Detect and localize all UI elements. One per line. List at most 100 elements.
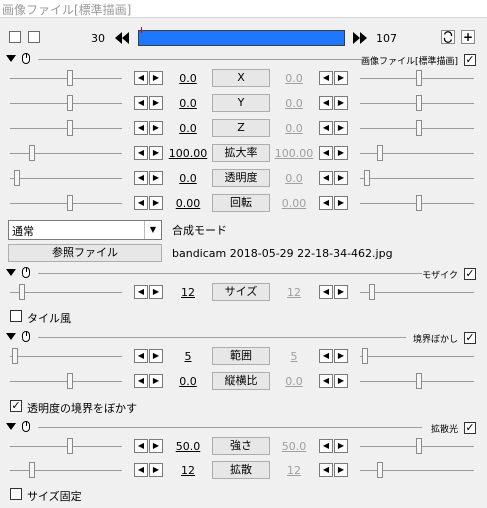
z-start-value[interactable]: 0.0 [166, 122, 210, 135]
slider-thumb-aspect-start[interactable] [67, 373, 73, 389]
decrement-button[interactable]: ◀ [319, 349, 333, 363]
alpha-end-value[interactable]: 0.0 [272, 172, 316, 185]
increment-button[interactable]: ▶ [334, 285, 348, 299]
slider-thumb-x-end[interactable] [416, 70, 422, 86]
slider-thumb-spread-end[interactable] [377, 462, 383, 478]
slider-thumb-y-start[interactable] [67, 95, 73, 111]
decrement-button[interactable]: ◀ [319, 196, 333, 210]
slider-thumb-alpha-end[interactable] [364, 170, 370, 186]
range-start-value[interactable]: 5 [166, 350, 210, 363]
decrement-button[interactable]: ◀ [319, 171, 333, 185]
param-range-button[interactable]: 範囲 [212, 347, 270, 365]
increment-button[interactable]: ▶ [334, 349, 348, 363]
increment-button[interactable]: ▶ [149, 146, 163, 160]
decrement-button[interactable]: ◀ [134, 463, 148, 477]
decrement-button[interactable]: ◀ [319, 146, 333, 160]
increment-button[interactable]: ▶ [149, 171, 163, 185]
increment-button[interactable]: ▶ [334, 146, 348, 160]
increment-button[interactable]: ▶ [149, 463, 163, 477]
zoom-start-value[interactable]: 100.00 [166, 147, 210, 160]
slider-thumb-rotate-end[interactable] [416, 195, 422, 211]
increment-button[interactable]: ▶ [149, 285, 163, 299]
tile-checkbox[interactable] [10, 310, 22, 322]
param-y-button[interactable]: Y [212, 94, 270, 112]
x-end-value[interactable]: 0.0 [272, 72, 316, 85]
slider-thumb-strength-end[interactable] [416, 438, 422, 454]
section-mosaic-checkbox[interactable]: ✓ [464, 268, 476, 280]
decrement-button[interactable]: ◀ [134, 171, 148, 185]
aspect-end-value[interactable]: 0.0 [272, 375, 316, 388]
decrement-button[interactable]: ◀ [134, 146, 148, 160]
sync-icon[interactable] [441, 30, 455, 44]
spread-end-value[interactable]: 12 [272, 464, 316, 477]
decrement-button[interactable]: ◀ [134, 71, 148, 85]
blur-alpha-checkbox[interactable]: ✓ [10, 400, 22, 412]
decrement-button[interactable]: ◀ [134, 439, 148, 453]
rewind-button[interactable] [113, 30, 131, 46]
add-filter-button[interactable]: + [461, 30, 475, 44]
param-strength-button[interactable]: 強さ [212, 437, 270, 455]
slider-thumb-size-end[interactable] [369, 284, 375, 300]
increment-button[interactable]: ▶ [334, 196, 348, 210]
mouse-icon[interactable] [22, 331, 30, 342]
zoom-end-value[interactable]: 100.00 [272, 147, 316, 160]
increment-button[interactable]: ▶ [334, 439, 348, 453]
rotate-end-value[interactable]: 0.00 [272, 197, 316, 210]
decrement-button[interactable]: ◀ [134, 349, 148, 363]
slider-thumb-z-end[interactable] [416, 120, 422, 136]
decrement-button[interactable]: ◀ [319, 374, 333, 388]
film-icon[interactable] [9, 31, 21, 43]
decrement-button[interactable]: ◀ [134, 374, 148, 388]
mouse-icon[interactable] [22, 53, 30, 64]
increment-button[interactable]: ▶ [334, 374, 348, 388]
blend-mode-select[interactable]: 通常 ▼ [8, 220, 162, 240]
increment-button[interactable]: ▶ [334, 71, 348, 85]
decrement-button[interactable]: ◀ [134, 121, 148, 135]
slider-thumb-size-start[interactable] [19, 284, 25, 300]
frame-icon[interactable] [28, 31, 40, 43]
decrement-button[interactable]: ◀ [134, 96, 148, 110]
alpha-start-value[interactable]: 0.0 [166, 172, 210, 185]
increment-button[interactable]: ▶ [334, 96, 348, 110]
y-start-value[interactable]: 0.0 [166, 97, 210, 110]
range-end-value[interactable]: 5 [272, 350, 316, 363]
increment-button[interactable]: ▶ [149, 71, 163, 85]
increment-button[interactable]: ▶ [334, 121, 348, 135]
param-size-button[interactable]: サイズ [212, 283, 270, 301]
collapse-triangle-icon[interactable] [6, 269, 16, 276]
decrement-button[interactable]: ◀ [319, 285, 333, 299]
decrement-button[interactable]: ◀ [319, 71, 333, 85]
param-z-button[interactable]: Z [212, 119, 270, 137]
decrement-button[interactable]: ◀ [319, 439, 333, 453]
slider-thumb-range-start[interactable] [12, 348, 18, 364]
slider-thumb-rotate-start[interactable] [67, 195, 73, 211]
aspect-start-value[interactable]: 0.0 [166, 375, 210, 388]
increment-button[interactable]: ▶ [334, 463, 348, 477]
section-image-checkbox[interactable]: ✓ [464, 54, 476, 66]
y-end-value[interactable]: 0.0 [272, 97, 316, 110]
decrement-button[interactable]: ◀ [134, 285, 148, 299]
increment-button[interactable]: ▶ [149, 439, 163, 453]
param-alpha-button[interactable]: 透明度 [212, 169, 270, 187]
size-end-value[interactable]: 12 [272, 286, 316, 299]
decrement-button[interactable]: ◀ [319, 121, 333, 135]
timeline-bar[interactable] [138, 27, 345, 46]
size-start-value[interactable]: 12 [166, 286, 210, 299]
increment-button[interactable]: ▶ [149, 96, 163, 110]
collapse-triangle-icon[interactable] [6, 55, 16, 62]
chevron-down-icon[interactable]: ▼ [144, 221, 161, 239]
increment-button[interactable]: ▶ [149, 121, 163, 135]
param-zoom-button[interactable]: 拡大率 [212, 144, 270, 162]
slider-thumb-alpha-start[interactable] [14, 170, 20, 186]
section-diffuse-checkbox[interactable]: ✓ [464, 422, 476, 434]
fixed-size-checkbox[interactable] [10, 488, 22, 500]
spread-start-value[interactable]: 12 [166, 464, 210, 477]
increment-button[interactable]: ▶ [149, 374, 163, 388]
increment-button[interactable]: ▶ [334, 171, 348, 185]
param-aspect-button[interactable]: 縦横比 [212, 372, 270, 390]
section-border-blur-checkbox[interactable]: ✓ [464, 332, 476, 344]
collapse-triangle-icon[interactable] [6, 333, 16, 340]
strength-start-value[interactable]: 50.0 [166, 440, 210, 453]
rotate-start-value[interactable]: 0.00 [166, 197, 210, 210]
z-end-value[interactable]: 0.0 [272, 122, 316, 135]
